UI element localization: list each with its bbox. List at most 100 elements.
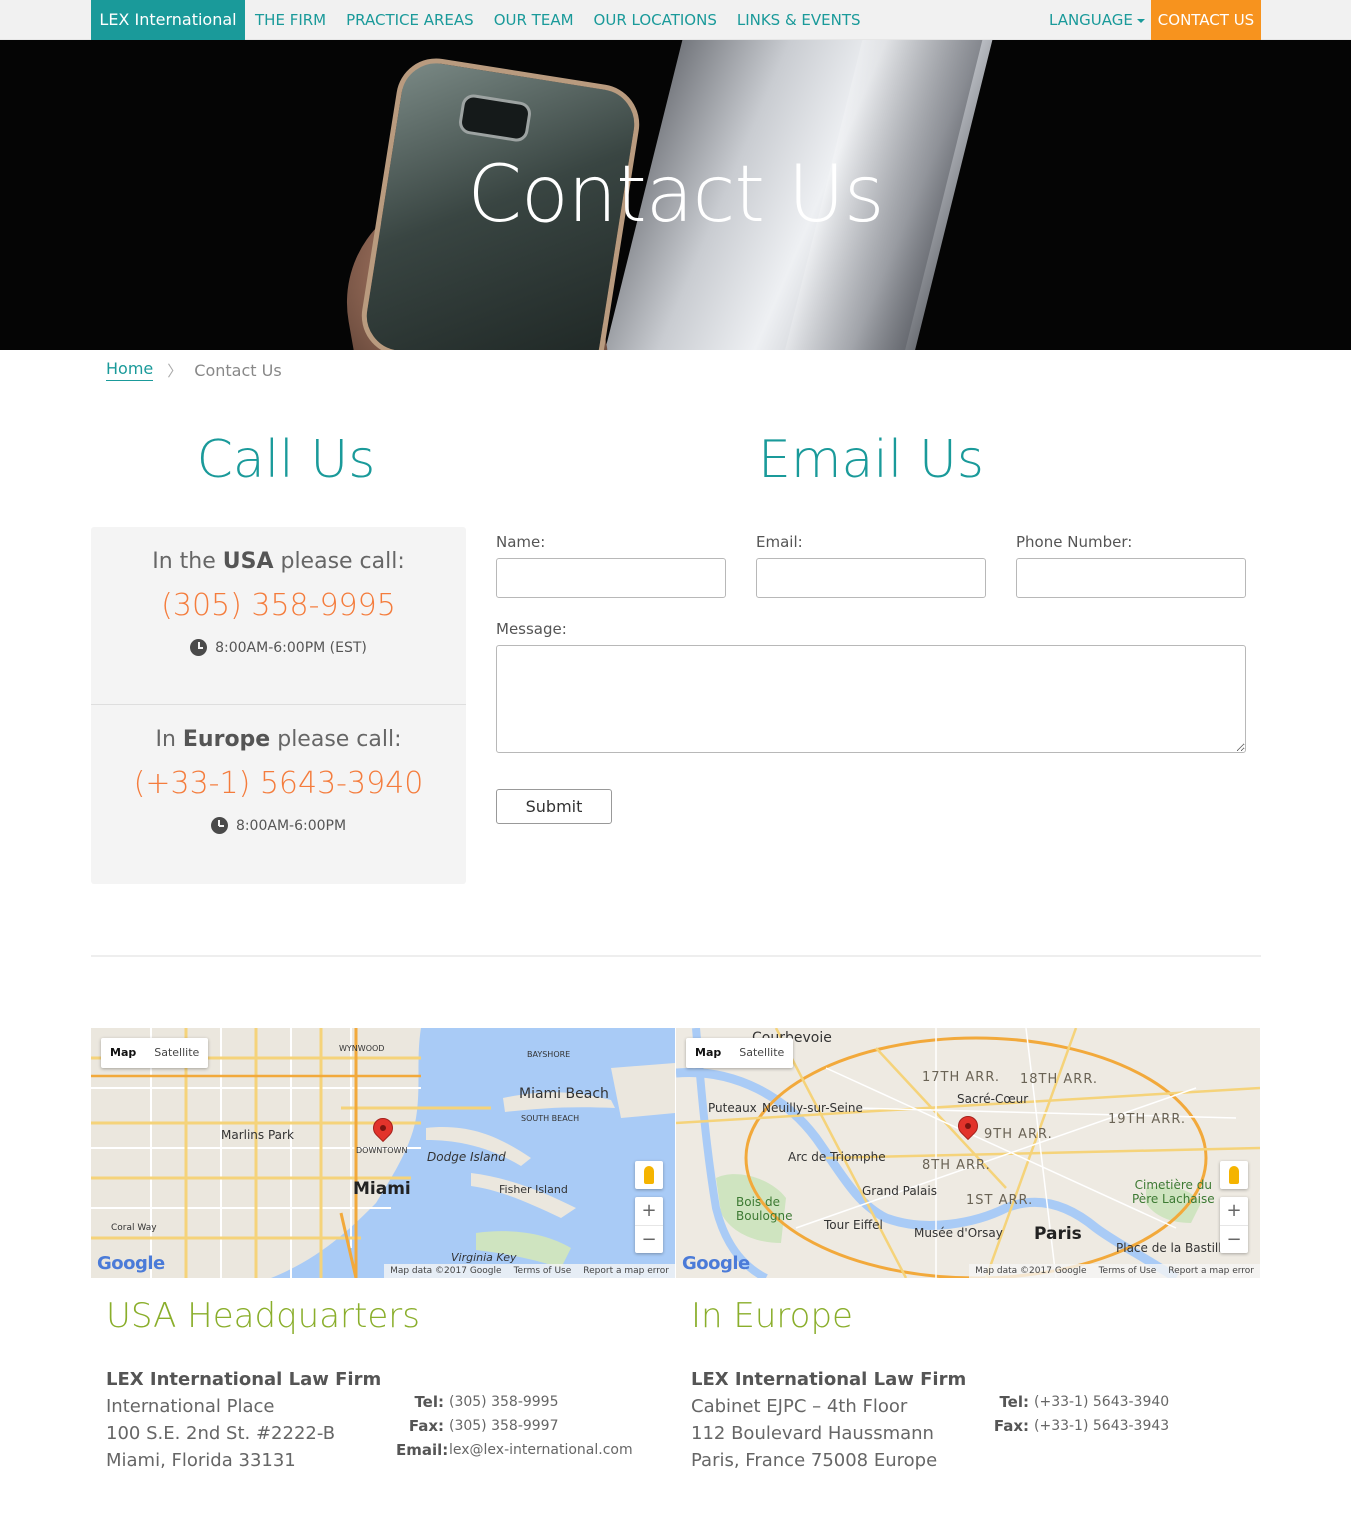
name-label: Name:	[496, 533, 546, 551]
terms-link[interactable]: Terms of Use	[514, 1264, 572, 1278]
usa-hq-heading: USA Headquarters	[106, 1296, 420, 1336]
clock-icon	[210, 817, 228, 834]
call-europe-phone[interactable]: (+33-1) 5643-3940	[91, 766, 466, 801]
map-label-downtown: DOWNTOWN	[356, 1146, 408, 1155]
map-data-text: Map data ©2017 Google	[390, 1266, 502, 1276]
call-europe-region: Europe	[182, 727, 271, 752]
breadcrumb-current: Contact Us	[194, 360, 282, 380]
europe-map-type-toggle: Map Satellite	[686, 1038, 794, 1068]
europe-hq-line3: Paris, France 75008 Europe	[691, 1450, 938, 1471]
map-label-bois-de-boulogne: Bois de Boulogne	[736, 1195, 793, 1223]
email-us-heading: Email Us	[758, 430, 984, 490]
report-map-error-link[interactable]: Report a map error	[583, 1264, 669, 1278]
nav-link-the-firm[interactable]: THE FIRM	[245, 0, 336, 40]
call-europe-label: In Europe please call:	[91, 727, 466, 752]
europe-fax-label: Fax:	[993, 1417, 1029, 1435]
call-usa-phone[interactable]: (305) 358-9995	[91, 588, 466, 623]
usa-map-button[interactable]: Map	[101, 1038, 145, 1068]
nav-link-our-locations[interactable]: OUR LOCATIONS	[584, 0, 727, 40]
message-textarea[interactable]	[496, 645, 1246, 753]
europe-map[interactable]: 17TH ARR. 18TH ARR. 19TH ARR. 9TH ARR. 8…	[676, 1028, 1260, 1278]
nav-link-our-team[interactable]: OUR TEAM	[484, 0, 584, 40]
map-label-18th-arr: 18TH ARR.	[1020, 1072, 1099, 1087]
europe-hq-heading: In Europe	[691, 1296, 853, 1336]
breadcrumb-home-link[interactable]: Home	[106, 359, 154, 381]
nav-links: THE FIRM PRACTICE AREAS OUR TEAM OUR LOC…	[245, 0, 871, 40]
usa-map-footer: Map data ©2017 Google Terms of Use Repor…	[384, 1264, 675, 1278]
map-label-coral-way: Coral Way	[111, 1223, 157, 1233]
nav-link-practice-areas[interactable]: PRACTICE AREAS	[336, 0, 484, 40]
map-label-neuilly: Neuilly-sur-Seine	[762, 1101, 863, 1115]
street-view-pegman-icon[interactable]	[1220, 1161, 1248, 1189]
phone-input[interactable]	[1016, 558, 1246, 598]
usa-tel-value[interactable]: (305) 358-9995	[449, 1390, 559, 1414]
language-dropdown[interactable]: LANGUAGE	[1040, 0, 1154, 40]
map-label-17th-arr: 17TH ARR.	[922, 1070, 1001, 1085]
breadcrumb: Home 〉 Contact Us	[106, 358, 282, 382]
usa-email-link[interactable]: lex@lex-international.com	[449, 1438, 633, 1462]
zoom-in-button[interactable]: +	[635, 1197, 663, 1225]
usa-hq-line2: 100 S.E. 2nd St. #2222-B	[106, 1423, 336, 1444]
zoom-out-button[interactable]: −	[635, 1225, 663, 1253]
page-title: Contact Us	[467, 150, 885, 240]
usa-tel-label: Tel:	[414, 1393, 444, 1411]
map-label-tour-eiffel: Tour Eiffel	[824, 1218, 883, 1232]
usa-hq-contacts: Tel: (305) 358-9995 Fax: (305) 358-9997 Em…	[396, 1390, 633, 1462]
map-label-8th-arr: 8TH ARR.	[922, 1158, 991, 1173]
zoom-in-button[interactable]: +	[1220, 1197, 1248, 1225]
terms-link[interactable]: Terms of Use	[1099, 1264, 1157, 1278]
usa-fax-label: Fax:	[408, 1417, 444, 1435]
map-label-1st-arr: 1ST ARR.	[966, 1193, 1034, 1208]
usa-map-type-toggle: Map Satellite	[101, 1038, 209, 1068]
top-nav: LEX International THE FIRM PRACTICE AREA…	[0, 0, 1351, 40]
map-label-wynwood: WYNWOOD	[339, 1044, 385, 1053]
brand-logo[interactable]: LEX International	[91, 0, 245, 40]
call-usa-hours-row: 8:00AM-6:00PM (EST)	[91, 639, 466, 656]
hero-banner: Contact Us	[0, 40, 1351, 350]
usa-fax-value: (305) 358-9997	[449, 1418, 559, 1434]
europe-hq-address: LEX International Law Firm Cabinet EJPC …	[691, 1366, 966, 1474]
map-label-sacre-coeur: Sacré-Cœur	[957, 1092, 1029, 1106]
map-label-miami-beach: Miami Beach	[519, 1086, 609, 1102]
nav-link-links-events[interactable]: LINKS & EVENTS	[727, 0, 871, 40]
usa-satellite-button[interactable]: Satellite	[145, 1038, 208, 1068]
map-label-9th-arr: 9TH ARR.	[984, 1127, 1053, 1142]
europe-zoom-control: + −	[1220, 1197, 1248, 1253]
map-label-arc-de-triomphe: Arc de Triomphe	[788, 1150, 886, 1164]
call-europe-hours: 8:00AM-6:00PM	[235, 817, 347, 834]
call-us-heading: Call Us	[196, 430, 376, 490]
call-box: In the USA please call: (305) 358-9995 8…	[91, 527, 466, 884]
map-label-bayshore: BAYSHORE	[527, 1050, 571, 1059]
breadcrumb-separator-icon: 〉	[167, 361, 183, 380]
clock-icon	[190, 639, 208, 656]
map-label-virginia-key: Virginia Key	[451, 1251, 517, 1264]
map-label-place-de-la-bastille: Place de la Bastille	[1116, 1241, 1229, 1255]
usa-email-label: Email:	[396, 1441, 449, 1459]
europe-tel-value[interactable]: (+33-1) 5643-3940	[1034, 1390, 1169, 1414]
usa-hq-line3: Miami, Florida 33131	[106, 1450, 296, 1471]
call-europe-prefix: In	[155, 727, 183, 752]
europe-satellite-button[interactable]: Satellite	[730, 1038, 793, 1068]
contact-us-button[interactable]: CONTACT US	[1151, 0, 1261, 40]
call-usa-section: In the USA please call: (305) 358-9995 8…	[91, 527, 466, 705]
phone-label: Phone Number:	[1016, 533, 1133, 551]
europe-tel-label: Tel:	[999, 1393, 1029, 1411]
message-label: Message:	[496, 620, 567, 638]
zoom-out-button[interactable]: −	[1220, 1225, 1248, 1253]
map-label-grand-palais: Grand Palais	[862, 1184, 937, 1198]
usa-hq-firm: LEX International Law Firm	[106, 1369, 382, 1390]
report-map-error-link[interactable]: Report a map error	[1168, 1264, 1254, 1278]
call-usa-hours: 8:00AM-6:00PM (EST)	[215, 639, 367, 656]
usa-zoom-control: + −	[635, 1197, 663, 1253]
call-usa-suffix: please call:	[273, 549, 405, 574]
europe-map-button[interactable]: Map	[686, 1038, 730, 1068]
submit-button[interactable]: Submit	[496, 789, 612, 824]
caret-down-icon	[1136, 18, 1145, 23]
street-view-pegman-icon[interactable]	[635, 1161, 663, 1189]
name-input[interactable]	[496, 558, 726, 598]
map-label-marlins-park: Marlins Park	[221, 1128, 294, 1142]
email-input[interactable]	[756, 558, 986, 598]
usa-map[interactable]: Miami Miami Beach Dodge Island Fisher Is…	[91, 1028, 675, 1278]
section-divider	[91, 955, 1261, 957]
map-label-paris: Paris	[1034, 1224, 1082, 1244]
